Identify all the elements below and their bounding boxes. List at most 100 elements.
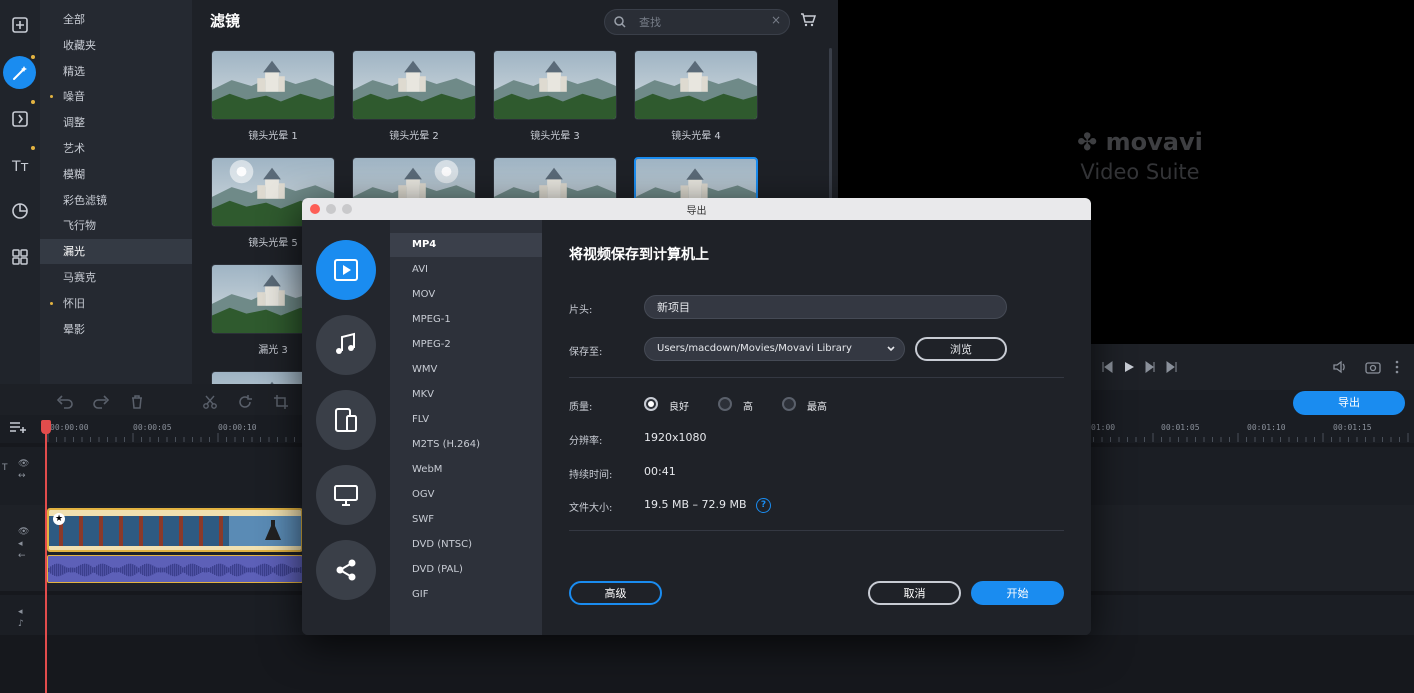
export-audio-button[interactable] xyxy=(316,315,376,375)
filter-thumbnail[interactable] xyxy=(634,50,758,120)
format-item[interactable]: MOV xyxy=(390,283,542,307)
monitor-icon xyxy=(334,485,358,506)
category-label: 全部 xyxy=(63,13,85,26)
save-path-select[interactable]: Users/macdown/Movies/Movavi Library xyxy=(644,337,905,361)
audio-clip[interactable] xyxy=(47,555,303,583)
category-label: 精选 xyxy=(63,64,85,78)
format-item[interactable]: MPEG-1 xyxy=(390,308,542,332)
new-indicator-dot xyxy=(31,55,35,59)
snapshot-icon[interactable] xyxy=(1365,360,1381,374)
play-icon[interactable] xyxy=(1122,360,1136,374)
speaker-icon[interactable]: ◂ xyxy=(18,539,23,549)
format-item[interactable]: WebM xyxy=(390,458,542,482)
redo-icon[interactable] xyxy=(92,394,110,410)
filter-thumbnail[interactable] xyxy=(493,50,617,120)
export-device-button[interactable] xyxy=(316,390,376,450)
category-item[interactable]: 噪音 xyxy=(40,84,192,109)
search-box[interactable]: × xyxy=(604,9,790,35)
filter-thumbnail[interactable] xyxy=(352,50,476,120)
delete-icon[interactable] xyxy=(130,394,144,410)
cut-icon[interactable] xyxy=(202,394,218,410)
category-item[interactable]: 晕影 xyxy=(40,317,192,342)
clear-search-icon[interactable]: × xyxy=(771,13,781,27)
eye-icon[interactable]: 👁 xyxy=(18,459,29,469)
skip-back-icon[interactable] xyxy=(1100,360,1114,374)
mute-icon[interactable]: ♪ xyxy=(18,619,24,629)
format-item[interactable]: MKV xyxy=(390,383,542,407)
arrow-icon[interactable]: ← xyxy=(18,551,26,561)
format-item[interactable]: GIF xyxy=(390,583,542,607)
browse-button[interactable]: 浏览 xyxy=(915,337,1007,361)
export-share-button[interactable] xyxy=(316,540,376,600)
resolution-label: 分辨率: xyxy=(569,436,603,447)
search-input[interactable] xyxy=(639,14,759,30)
save-path-value: Users/macdown/Movies/Movavi Library xyxy=(657,343,852,354)
help-icon[interactable]: ? xyxy=(756,498,771,513)
stickers-tool-button[interactable] xyxy=(3,194,36,227)
title-input[interactable] xyxy=(644,295,1007,319)
category-item[interactable]: 全部 xyxy=(40,7,192,32)
format-item[interactable]: DVD (NTSC) xyxy=(390,533,542,557)
titles-tool-button[interactable]: Tт xyxy=(3,148,36,181)
category-item[interactable]: 马赛克 xyxy=(40,265,192,290)
transitions-tool-button[interactable] xyxy=(3,102,36,135)
crop-icon[interactable] xyxy=(273,394,289,410)
thumbnail-image xyxy=(212,51,334,119)
format-item[interactable]: WMV xyxy=(390,358,542,382)
more-tools-button[interactable] xyxy=(3,240,36,273)
add-track-icon[interactable] xyxy=(9,420,27,434)
eye-icon[interactable]: 👁 xyxy=(18,527,29,537)
format-item[interactable]: M2TS (H.264) xyxy=(390,433,542,457)
category-item[interactable]: 模糊 xyxy=(40,162,192,187)
cart-icon[interactable] xyxy=(800,12,816,28)
category-label: 彩色滤镜 xyxy=(63,193,107,207)
step-forward-icon[interactable] xyxy=(1144,360,1158,374)
format-item[interactable]: MPEG-2 xyxy=(390,333,542,357)
new-indicator-dot xyxy=(31,146,35,150)
filters-tool-button[interactable] xyxy=(3,56,36,89)
ruler-time-label: 00:01:10 xyxy=(1247,423,1286,432)
category-item[interactable]: 飞行物 xyxy=(40,213,192,238)
category-label: 艺术 xyxy=(63,142,85,155)
filter-category-list: 全部收藏夹精选噪音 调整艺术模糊彩色滤镜飞行物 漏光 马赛克 怀旧 晕影 xyxy=(40,0,192,384)
video-clip[interactable]: ★ xyxy=(47,508,303,552)
link-icon[interactable]: ↔ xyxy=(18,471,26,481)
category-item[interactable]: 怀旧 xyxy=(40,291,192,316)
format-item[interactable]: FLV xyxy=(390,408,542,432)
import-icon xyxy=(11,16,28,33)
category-item[interactable]: 精选 xyxy=(40,59,192,84)
quality-radio[interactable] xyxy=(718,397,732,411)
format-item[interactable]: MP4 xyxy=(390,233,542,257)
category-item[interactable]: 漏光 xyxy=(40,239,192,265)
rotate-icon[interactable] xyxy=(237,394,253,410)
format-item[interactable]: OGV xyxy=(390,483,542,507)
speaker-icon[interactable]: ◂ xyxy=(18,607,23,617)
advanced-button[interactable]: 高级 xyxy=(569,581,662,605)
export-tv-button[interactable] xyxy=(316,465,376,525)
volume-icon[interactable] xyxy=(1332,360,1348,374)
quality-radio[interactable] xyxy=(644,397,658,411)
category-item[interactable]: 彩色滤镜 xyxy=(40,188,192,213)
format-item[interactable]: AVI xyxy=(390,258,542,282)
playhead-handle[interactable] xyxy=(41,420,51,434)
quality-radio[interactable] xyxy=(782,397,796,411)
format-item[interactable]: SWF xyxy=(390,508,542,532)
export-video-button[interactable] xyxy=(316,240,376,300)
format-item[interactable]: DVD (PAL) xyxy=(390,558,542,582)
start-export-button[interactable]: 开始 xyxy=(971,581,1064,605)
undo-icon[interactable] xyxy=(56,394,74,410)
more-options-icon[interactable] xyxy=(1394,360,1400,374)
ruler-time-label: 00:00:00 xyxy=(50,423,89,432)
category-item[interactable]: 调整 xyxy=(40,110,192,135)
category-item[interactable]: 收藏夹 xyxy=(40,33,192,58)
new-indicator-dot xyxy=(31,100,35,104)
import-tool-button[interactable] xyxy=(3,8,36,41)
filter-thumbnail[interactable] xyxy=(211,50,335,120)
cancel-button[interactable]: 取消 xyxy=(868,581,961,605)
duration-label: 持续时间: xyxy=(569,470,613,481)
export-button[interactable]: 导出 xyxy=(1293,391,1405,415)
ruler-time-label: 01:00 xyxy=(1091,423,1116,432)
export-dialog: 导出 MP4 AVI MOV MPEG-1 MPEG-2 WMV MKV FLV M2TS (H… xyxy=(302,198,1091,635)
skip-forward-icon[interactable] xyxy=(1165,360,1179,374)
category-item[interactable]: 艺术 xyxy=(40,136,192,161)
